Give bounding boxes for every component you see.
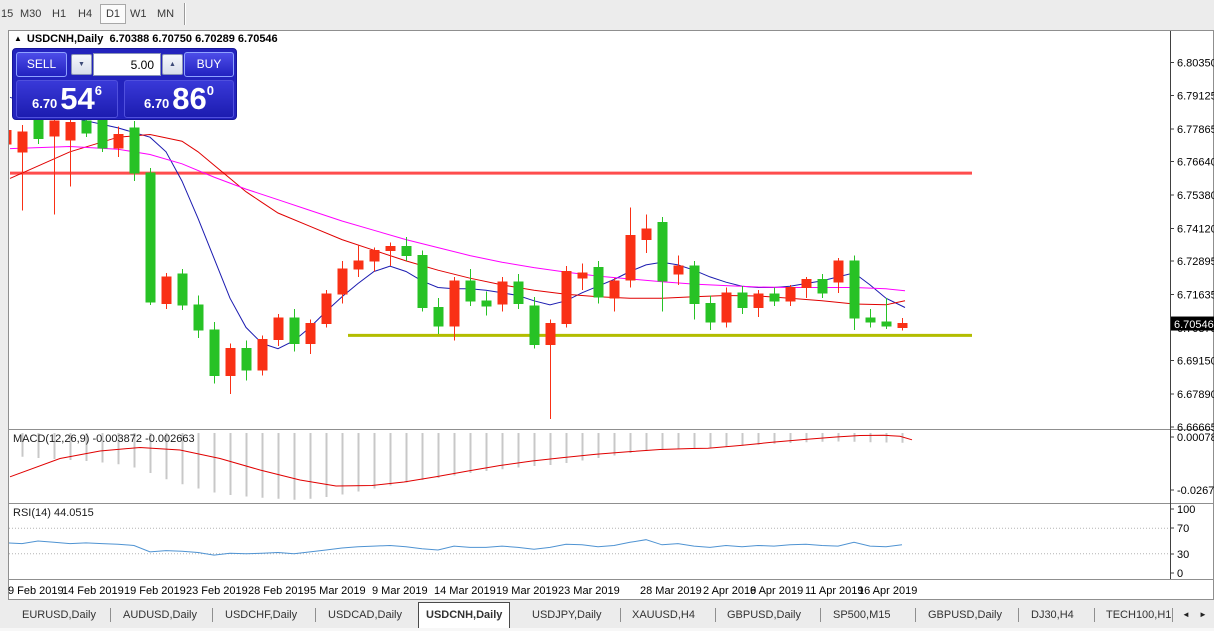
timeframe-toolbar: 15 M30 H1 H4 D1 W1 MN	[0, 0, 1214, 29]
buy-button[interactable]: BUY	[184, 52, 234, 77]
tab-separator	[1094, 608, 1095, 622]
sell-price-pip: 6	[95, 83, 102, 98]
chart-tab-gbpusd-daily[interactable]: GBPUSD,Daily	[727, 609, 801, 621]
chart-tab-tech100-h1[interactable]: TECH100,H1	[1106, 609, 1171, 621]
tab-separator	[620, 608, 621, 622]
buy-price-button[interactable]: 6.70 86 0	[124, 80, 234, 118]
rsi-indicator-label: RSI(14) 44.0515	[13, 507, 94, 519]
chart-title: ▲ USDCNH,Daily 6.70388 6.70750 6.70289 6.…	[14, 33, 278, 45]
collapse-triangle-icon[interactable]: ▲	[14, 34, 22, 43]
chart-tab-gbpusd-daily[interactable]: GBPUSD,Daily	[928, 609, 1002, 621]
chart-ohlc-values: 6.70388 6.70750 6.70289 6.70546	[109, 33, 277, 45]
chart-tab-audusd-daily[interactable]: AUDUSD,Daily	[123, 609, 197, 621]
chart-tab-usdcad-daily[interactable]: USDCAD,Daily	[328, 609, 402, 621]
macd-indicator-label: MACD(12,26,9) -0.003872 -0.002663	[13, 433, 195, 445]
timeframe-button-D1[interactable]: D1	[100, 4, 126, 24]
sell-price-main: 54	[60, 84, 94, 114]
tab-separator	[1018, 608, 1019, 622]
one-click-trading-panel: SELL ▼ ▲ BUY 6.70 54 6 6.70 86 0	[12, 48, 237, 120]
tab-separator	[1172, 608, 1173, 622]
chart-tab-sp500-m15[interactable]: SP500,M15	[833, 609, 890, 621]
toolbar-separator	[184, 3, 186, 25]
chart-tab-usdchf-daily[interactable]: USDCHF,Daily	[225, 609, 297, 621]
buy-price-prefix: 6.70	[144, 96, 169, 111]
buy-price-pip: 0	[207, 83, 214, 98]
volume-input[interactable]	[93, 53, 161, 76]
chevron-up-icon: ▲	[169, 61, 176, 68]
tab-separator	[315, 608, 316, 622]
sell-price-button[interactable]: 6.70 54 6	[16, 80, 118, 118]
tab-separator	[820, 608, 821, 622]
tab-separator	[110, 608, 111, 622]
chart-tab-dj30-h4[interactable]: DJ30,H4	[1031, 609, 1074, 621]
buy-price-main: 86	[172, 84, 206, 114]
chart-symbol-label: USDCNH,Daily	[27, 33, 103, 45]
timeframe-button-H4[interactable]: H4	[78, 8, 92, 20]
tab-separator	[212, 608, 213, 622]
chart-tab-eurusd-daily[interactable]: EURUSD,Daily	[22, 609, 96, 621]
chart-tab-xauusd-h4[interactable]: XAUUSD,H4	[632, 609, 695, 621]
timeframe-button-MN[interactable]: MN	[157, 8, 174, 20]
tab-separator	[715, 608, 716, 622]
chevron-down-icon: ▼	[78, 61, 85, 68]
chart-tab-bar: EURUSD,Daily AUDUSD,Daily USDCHF,Daily USDC…	[0, 601, 1214, 631]
timeframe-button-M30[interactable]: M30	[20, 8, 41, 20]
tab-scroll-left-icon[interactable]: ◄	[1182, 610, 1190, 619]
sell-button[interactable]: SELL	[16, 52, 67, 77]
chart-tab-usdjpy-daily[interactable]: USDJPY,Daily	[532, 609, 602, 621]
timeframe-button-W1[interactable]: W1	[130, 8, 147, 20]
volume-increase-button[interactable]: ▲	[162, 54, 183, 75]
sell-price-prefix: 6.70	[32, 96, 57, 111]
chart-tab-usdcnh-daily[interactable]: USDCNH,Daily	[418, 602, 510, 629]
volume-decrease-button[interactable]: ▼	[71, 54, 92, 75]
tab-separator	[915, 608, 916, 622]
timeframe-button-15[interactable]: 15	[1, 8, 13, 20]
timeframe-button-H1[interactable]: H1	[52, 8, 66, 20]
tab-scroll-right-icon[interactable]: ►	[1199, 610, 1207, 619]
